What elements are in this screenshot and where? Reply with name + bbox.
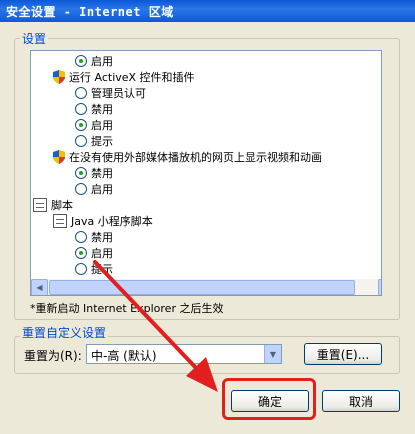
radio-button[interactable] bbox=[75, 55, 87, 67]
setting-header: 脚本 bbox=[33, 197, 73, 213]
setting-option[interactable]: 禁用 bbox=[75, 165, 113, 181]
window-title-bar: 安全设置 - Internet 区域 bbox=[0, 0, 415, 22]
radio-button[interactable] bbox=[75, 167, 87, 179]
setting-option[interactable]: 启用 bbox=[75, 53, 113, 69]
setting-option[interactable]: 启用 bbox=[75, 117, 113, 133]
restart-note: *重新启动 Internet Explorer 之后生效 bbox=[30, 302, 224, 315]
settings-legend: 设置 bbox=[20, 30, 49, 47]
setting-label: 提示 bbox=[91, 135, 113, 148]
setting-label: 运行 ActiveX 控件和插件 bbox=[69, 71, 195, 84]
setting-label: 启用 bbox=[91, 55, 113, 68]
setting-header: 在没有使用外部媒体播放机的网页上显示视频和动画 bbox=[53, 149, 322, 165]
radio-button[interactable] bbox=[75, 231, 87, 243]
setting-label: 脚本 bbox=[51, 199, 73, 212]
settings-list[interactable]: 启用 运行 ActiveX 控件和插件 管理员认可 禁用 启用 提示 在没有使用外部媒体播放… bbox=[30, 50, 382, 296]
cancel-button[interactable]: 取消 bbox=[322, 390, 400, 412]
reset-button[interactable]: 重置(E)... bbox=[304, 343, 382, 365]
setting-option[interactable]: 禁用 bbox=[75, 229, 113, 245]
setting-label: 禁用 bbox=[91, 167, 113, 180]
horizontal-scroll-thumb[interactable] bbox=[49, 280, 355, 295]
ok-button-highlight bbox=[222, 378, 316, 420]
setting-label: 禁用 bbox=[91, 231, 113, 244]
setting-header: 运行 ActiveX 控件和插件 bbox=[53, 69, 195, 85]
setting-label: 在没有使用外部媒体播放机的网页上显示视频和动画 bbox=[69, 151, 322, 164]
cancel-button-label: 取消 bbox=[348, 394, 373, 409]
setting-label: Java 小程序脚本 bbox=[71, 215, 153, 228]
security-level-value: 中-高 (默认) bbox=[91, 349, 157, 363]
reset-to-label: 重置为(R): bbox=[24, 349, 82, 363]
script-icon bbox=[53, 214, 67, 228]
setting-option[interactable]: 禁用 bbox=[75, 101, 113, 117]
setting-label: 禁用 bbox=[91, 103, 113, 116]
window-title: 安全设置 - Internet 区域 bbox=[6, 5, 174, 19]
reset-legend: 重置自定义设置 bbox=[20, 324, 109, 341]
radio-button[interactable] bbox=[75, 103, 87, 115]
security-level-select[interactable]: 中-高 (默认) ▼ bbox=[86, 344, 282, 364]
scroll-left-button[interactable]: ◀ bbox=[31, 279, 48, 295]
script-icon bbox=[33, 198, 47, 212]
setting-option[interactable]: 管理员认可 bbox=[75, 85, 146, 101]
shield-icon bbox=[53, 150, 65, 164]
radio-button[interactable] bbox=[75, 135, 87, 147]
setting-option[interactable]: 提示 bbox=[75, 261, 113, 277]
setting-option[interactable]: 启用 bbox=[75, 181, 113, 197]
radio-button[interactable] bbox=[75, 183, 87, 195]
setting-label: 提示 bbox=[91, 263, 113, 276]
setting-header: Java 小程序脚本 bbox=[53, 213, 153, 229]
radio-button[interactable] bbox=[75, 263, 87, 275]
shield-icon bbox=[53, 70, 65, 84]
setting-label: 启用 bbox=[91, 247, 113, 260]
setting-option[interactable]: 提示 bbox=[75, 133, 113, 149]
radio-button[interactable] bbox=[75, 119, 87, 131]
setting-label: 启用 bbox=[91, 183, 113, 196]
radio-button[interactable] bbox=[75, 247, 87, 259]
radio-button[interactable] bbox=[75, 87, 87, 99]
horizontal-scrollbar[interactable]: ◀ ▶ bbox=[31, 279, 381, 295]
scroll-right-button[interactable]: ▶ bbox=[378, 279, 381, 295]
setting-option[interactable]: 启用 bbox=[75, 245, 113, 261]
setting-label: 管理员认可 bbox=[91, 87, 146, 100]
setting-label: 启用 bbox=[91, 119, 113, 132]
reset-button-label: 重置(E)... bbox=[316, 347, 370, 362]
chevron-down-icon[interactable]: ▼ bbox=[264, 345, 281, 363]
